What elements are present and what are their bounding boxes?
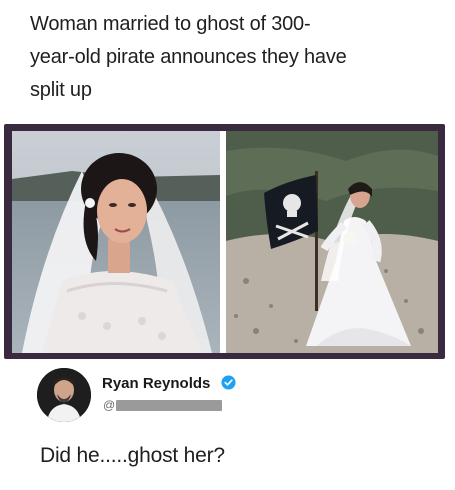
bride-portrait-photo bbox=[12, 131, 220, 353]
avatar[interactable] bbox=[37, 368, 91, 422]
user-handle[interactable]: @ bbox=[103, 398, 115, 412]
photo-collage bbox=[4, 124, 445, 359]
verified-badge-icon bbox=[221, 375, 236, 390]
bride-pirate-flag-photo bbox=[226, 131, 438, 353]
user-name[interactable]: Ryan Reynolds bbox=[102, 375, 210, 392]
headline: Woman married to ghost of 300- year-old … bbox=[30, 8, 440, 107]
tweet-text: Did he.....ghost her? bbox=[40, 444, 225, 467]
handle-redaction bbox=[116, 400, 222, 411]
tweet: Ryan Reynolds @ Did he.....ghost her? bbox=[0, 362, 455, 490]
headline-line-3: split up bbox=[30, 79, 92, 101]
headline-line-1: Woman married to ghost of 300- bbox=[30, 13, 311, 35]
headline-line-2: year-old pirate announces they have bbox=[30, 46, 347, 68]
